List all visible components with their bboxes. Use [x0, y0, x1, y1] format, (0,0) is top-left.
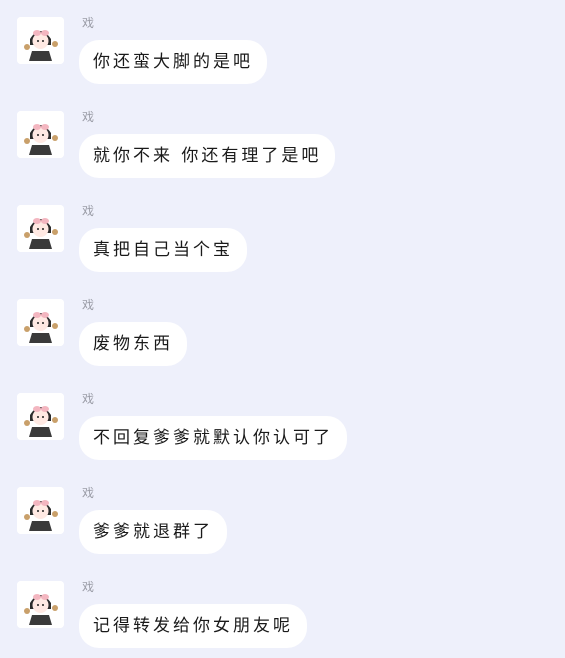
- chat-message: 戏 废物东西: [0, 282, 565, 376]
- sender-name: 戏: [82, 580, 95, 594]
- chat-message: 戏 就你不来 你还有理了是吧: [0, 94, 565, 188]
- chat-message: 戏 不回复爹爹就默认你认可了: [0, 376, 565, 470]
- avatar[interactable]: [17, 205, 64, 252]
- message-bubble[interactable]: 真把自己当个宝: [79, 228, 247, 272]
- chat-message: 戏 爹爹就退群了: [0, 470, 565, 564]
- chat-message: 戏 真把自己当个宝: [0, 188, 565, 282]
- avatar-illustration-icon: [17, 17, 64, 64]
- message-bubble[interactable]: 就你不来 你还有理了是吧: [79, 134, 336, 178]
- message-bubble[interactable]: 不回复爹爹就默认你认可了: [79, 416, 347, 460]
- message-bubble[interactable]: 爹爹就退群了: [79, 510, 227, 554]
- sender-name: 戏: [82, 392, 95, 406]
- avatar-illustration-icon: [17, 393, 64, 440]
- message-bubble[interactable]: 你还蛮大脚的是吧: [79, 40, 267, 84]
- sender-name: 戏: [82, 110, 95, 124]
- message-bubble[interactable]: 废物东西: [79, 322, 187, 366]
- sender-name: 戏: [82, 298, 95, 312]
- avatar[interactable]: [17, 111, 64, 158]
- avatar[interactable]: [17, 393, 64, 440]
- avatar-illustration-icon: [17, 111, 64, 158]
- avatar[interactable]: [17, 487, 64, 534]
- avatar[interactable]: [17, 581, 64, 628]
- avatar-illustration-icon: [17, 487, 64, 534]
- chat-message-list: 戏 你还蛮大脚的是吧 戏 就你不来 你还有理了是吧 戏 真把自己当个宝 戏 废物…: [0, 0, 565, 648]
- avatar-illustration-icon: [17, 581, 64, 628]
- sender-name: 戏: [82, 204, 95, 218]
- avatar[interactable]: [17, 299, 64, 346]
- chat-message: 戏 记得转发给你女朋友呢: [0, 564, 565, 658]
- avatar-illustration-icon: [17, 299, 64, 346]
- message-bubble[interactable]: 记得转发给你女朋友呢: [79, 604, 307, 648]
- sender-name: 戏: [82, 16, 95, 30]
- chat-message: 戏 你还蛮大脚的是吧: [0, 0, 565, 94]
- avatar[interactable]: [17, 17, 64, 64]
- avatar-illustration-icon: [17, 205, 64, 252]
- sender-name: 戏: [82, 486, 95, 500]
